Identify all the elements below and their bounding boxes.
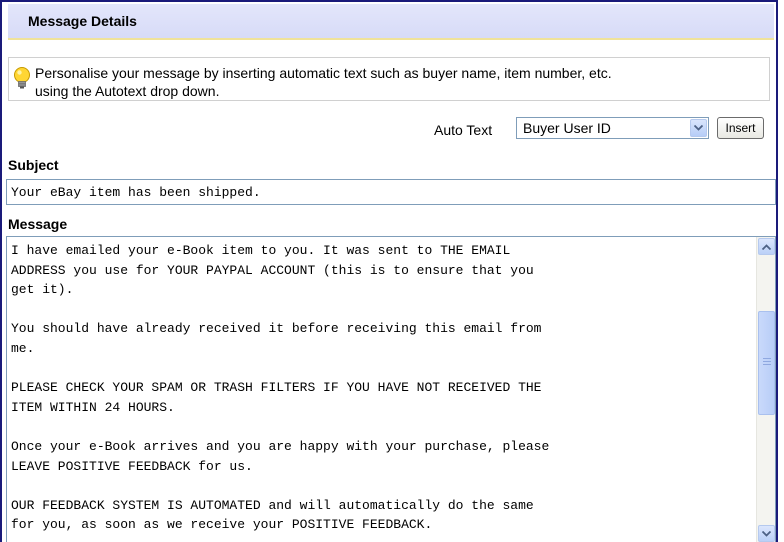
chevron-down-icon xyxy=(762,530,771,537)
auto-text-label: Auto Text xyxy=(434,122,493,138)
lightbulb-icon xyxy=(14,67,30,89)
scroll-up-button[interactable] xyxy=(758,238,775,255)
message-scrollbar[interactable] xyxy=(756,237,775,542)
auto-text-selected-value: Buyer User ID xyxy=(523,120,611,136)
message-body[interactable]: I have emailed your e-Book item to you. … xyxy=(11,241,746,535)
chevron-up-icon xyxy=(762,243,771,250)
tip-line-2: using the Autotext drop down. xyxy=(35,83,220,99)
autotext-tip: Personalise your message by inserting au… xyxy=(8,57,770,101)
subject-label: Subject xyxy=(8,157,59,173)
insert-button[interactable]: Insert xyxy=(717,117,764,139)
tip-text: Personalise your message by inserting au… xyxy=(35,64,765,100)
message-label: Message xyxy=(8,216,68,232)
tip-line-1: Personalise your message by inserting au… xyxy=(35,65,612,81)
chevron-down-icon[interactable] xyxy=(690,119,707,137)
message-textarea[interactable]: I have emailed your e-Book item to you. … xyxy=(6,236,776,542)
message-details-header: Message Details xyxy=(8,4,774,40)
auto-text-select[interactable]: Buyer User ID xyxy=(516,117,709,139)
header-title: Message Details xyxy=(28,13,137,29)
scroll-down-button[interactable] xyxy=(758,525,775,542)
scroll-thumb[interactable] xyxy=(758,311,775,415)
subject-input[interactable] xyxy=(6,179,776,205)
